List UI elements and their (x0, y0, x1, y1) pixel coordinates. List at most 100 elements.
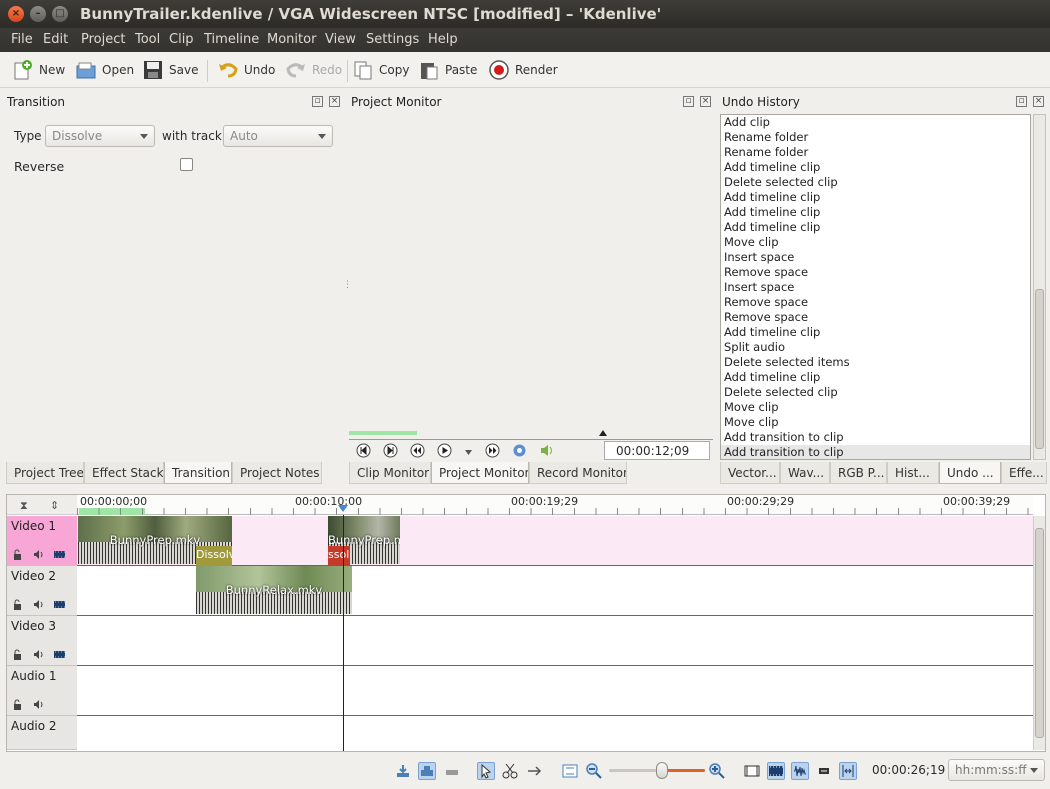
fast-forward-icon[interactable] (485, 443, 500, 458)
volume-speaker-icon[interactable] (539, 443, 554, 458)
timeline-scrollbar-thumb[interactable] (1035, 528, 1044, 738)
tab-record-monitor[interactable]: Record Monitor (529, 462, 627, 484)
video-thumbnails-icon[interactable] (743, 762, 761, 780)
track-row-video-2[interactable]: BunnyRelax.mkv (77, 566, 1033, 616)
collapse-tracks-icon[interactable]: ⧗ (20, 499, 28, 513)
menu-edit[interactable]: Edit (43, 32, 68, 47)
save-button[interactable]: Save (142, 58, 198, 82)
list-item[interactable]: Add timeline clip (721, 205, 1030, 220)
video-hide-icon[interactable] (54, 599, 65, 610)
tab-histogram[interactable]: Hist... (887, 462, 939, 484)
reverse-checkbox[interactable] (180, 158, 193, 171)
list-item[interactable]: Move clip (721, 235, 1030, 250)
tab-project-tree[interactable]: Project Tree (6, 462, 84, 484)
track-header-video-2[interactable]: Video 2 (7, 566, 77, 616)
fit-zoom-icon[interactable] (561, 762, 579, 780)
overwrite-mode-icon[interactable] (418, 762, 436, 780)
ripple-mode-icon[interactable] (443, 762, 461, 780)
lock-icon[interactable] (12, 549, 23, 560)
list-item[interactable]: Remove space (721, 265, 1030, 280)
track-header-video-3[interactable]: Video 3 (7, 616, 77, 666)
tab-vectorscope[interactable]: Vector... (720, 462, 780, 484)
tab-waveform[interactable]: Wav... (780, 462, 830, 484)
close-window-button[interactable]: × (8, 6, 24, 22)
tab-undo-history[interactable]: Undo ... (939, 462, 1001, 484)
paste-button[interactable]: Paste (418, 58, 477, 82)
skip-start-icon[interactable] (356, 443, 371, 458)
list-item[interactable]: Add timeline clip (721, 325, 1030, 340)
open-button[interactable]: Open (75, 58, 134, 82)
close-panel-icon[interactable]: × (1033, 96, 1044, 107)
close-panel-icon[interactable]: × (700, 96, 711, 107)
skip-end-icon[interactable] (383, 443, 398, 458)
history-scrollbar-thumb[interactable] (1035, 289, 1044, 449)
list-item[interactable]: Move clip (721, 400, 1030, 415)
close-panel-icon[interactable]: × (329, 96, 340, 107)
snap-icon[interactable] (839, 762, 857, 780)
track-row-video-3[interactable] (77, 616, 1033, 666)
track-header-audio-2[interactable]: Audio 2 (7, 716, 77, 750)
copy-button[interactable]: Copy (352, 58, 409, 82)
menu-help[interactable]: Help (428, 32, 458, 47)
list-item-selected[interactable]: Add transition to clip (721, 445, 1030, 459)
razor-tool-icon[interactable] (501, 762, 519, 780)
lock-icon[interactable] (12, 699, 23, 710)
monitor-timecode-input[interactable]: 00:00:12;09 (604, 441, 710, 460)
timeline[interactable]: ⧗ ⇕ 00:00:00;00 00:00:10;00 00:00:19;29 … (6, 494, 1046, 752)
render-button[interactable]: Render (488, 58, 558, 82)
list-item[interactable]: Split audio (721, 340, 1030, 355)
track-row-audio-1[interactable] (77, 666, 1033, 716)
list-item[interactable]: Insert space (721, 250, 1030, 265)
list-item[interactable]: Add timeline clip (721, 190, 1030, 205)
history-scrollbar[interactable] (1033, 114, 1046, 460)
chevron-down-icon[interactable] (464, 446, 473, 455)
tab-clip-monitor[interactable]: Clip Monitor (349, 462, 431, 484)
menu-timeline[interactable]: Timeline (204, 32, 259, 47)
undo-button[interactable]: Undo (217, 58, 275, 82)
zoom-slider-thumb[interactable] (656, 762, 668, 779)
maximize-window-button[interactable]: □ (52, 6, 68, 22)
new-button[interactable]: New (12, 58, 65, 82)
audio-mute-icon[interactable] (33, 549, 44, 560)
tab-rgb-parade[interactable]: RGB P... (830, 462, 887, 484)
audio-mute-icon[interactable] (33, 599, 44, 610)
list-item[interactable]: Remove space (721, 310, 1030, 325)
video-hide-icon[interactable] (54, 549, 65, 560)
zoom-slider[interactable] (609, 762, 705, 779)
tab-effect-stack[interactable]: Effect Stack (84, 462, 164, 484)
dock-splitter-handle[interactable]: ⋮ (343, 280, 352, 298)
insert-track-icon[interactable] (394, 762, 412, 780)
track-header-audio-1[interactable]: Audio 1 (7, 666, 77, 716)
film-strip-icon[interactable] (767, 762, 785, 780)
play-icon[interactable] (437, 443, 452, 458)
timeline-clip[interactable]: BunnyRelax.mkv (196, 566, 352, 614)
menu-clip[interactable]: Clip (169, 32, 194, 47)
menu-monitor[interactable]: Monitor (267, 32, 316, 47)
list-item[interactable]: Add clip (721, 115, 1030, 130)
undo-history-list[interactable]: Add clip Rename folder Rename folder Add… (720, 114, 1031, 460)
lock-icon[interactable] (12, 599, 23, 610)
selection-tool-icon[interactable] (477, 762, 495, 780)
rewind-icon[interactable] (410, 443, 425, 458)
list-item[interactable]: Add timeline clip (721, 220, 1030, 235)
audio-mute-icon[interactable] (33, 699, 44, 710)
transition-clip[interactable]: ssol (328, 546, 350, 566)
list-item[interactable]: Delete selected clip (721, 385, 1030, 400)
list-item[interactable]: Rename folder (721, 145, 1030, 160)
track-header-video-1[interactable]: Video 1 (7, 516, 77, 566)
menu-view[interactable]: View (325, 32, 356, 47)
tab-project-notes[interactable]: Project Notes (232, 462, 322, 484)
minimize-window-button[interactable]: – (30, 6, 46, 22)
tab-effects[interactable]: Effe... (1001, 462, 1047, 484)
timeline-vertical-scrollbar[interactable] (1033, 516, 1045, 750)
monitor-playhead-icon[interactable] (599, 430, 607, 436)
video-hide-icon[interactable] (54, 649, 65, 660)
with-track-select[interactable]: Auto (223, 125, 333, 147)
list-item[interactable]: Add timeline clip (721, 370, 1030, 385)
playhead-line[interactable] (343, 515, 344, 751)
timecode-format-select[interactable]: hh:mm:ss:ff (948, 759, 1045, 781)
audio-waveform-icon[interactable] (791, 762, 809, 780)
lock-icon[interactable] (12, 649, 23, 660)
list-item[interactable]: Insert space (721, 280, 1030, 295)
menu-settings[interactable]: Settings (366, 32, 419, 47)
